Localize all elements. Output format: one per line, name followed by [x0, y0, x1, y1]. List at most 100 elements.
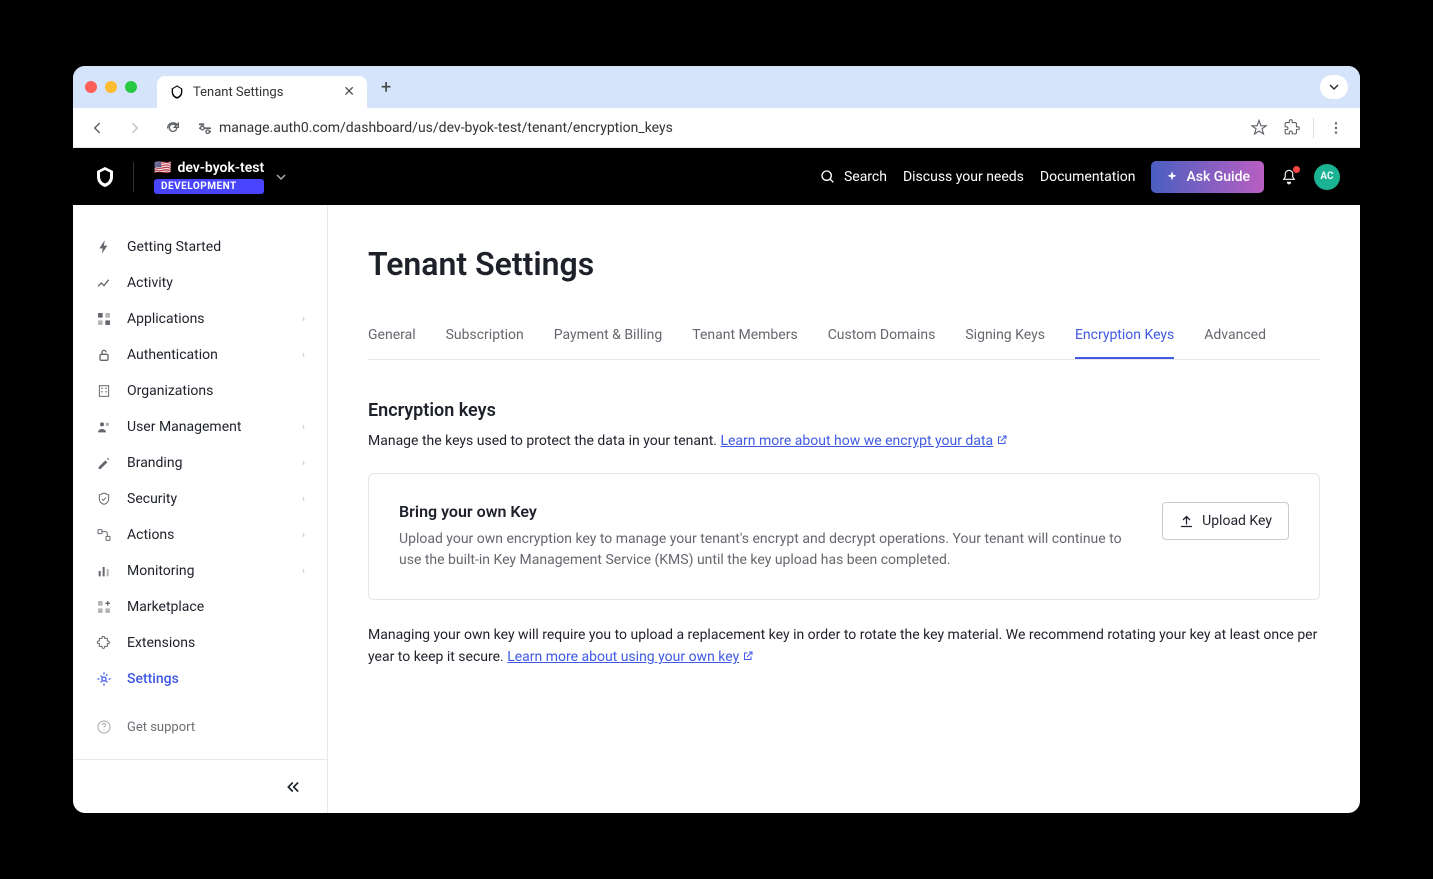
external-link-icon — [742, 650, 754, 662]
tab-encryption-keys[interactable]: Encryption Keys — [1075, 327, 1174, 359]
section-title: Encryption keys — [368, 400, 1320, 421]
chevron-right-icon: › — [302, 494, 305, 505]
tab-payment-billing[interactable]: Payment & Billing — [554, 327, 663, 359]
footnote: Managing your own key will require you t… — [368, 624, 1320, 669]
auth0-logo[interactable] — [93, 165, 117, 189]
section-desc-text: Manage the keys used to protect the data… — [368, 433, 720, 449]
browser-window: Tenant Settings ✕ + manage.auth0.com/das… — [73, 66, 1360, 813]
sidebar-item-applications[interactable]: Applications › — [73, 301, 327, 337]
window-close-icon[interactable] — [85, 81, 97, 93]
puzzle-icon — [95, 634, 113, 652]
sparkle-icon — [1165, 170, 1179, 184]
bookmark-star-icon[interactable] — [1245, 114, 1273, 142]
help-icon — [95, 718, 113, 736]
tab-advanced[interactable]: Advanced — [1204, 327, 1266, 359]
sidebar-item-activity[interactable]: Activity — [73, 265, 327, 301]
sidebar-item-label: Organizations — [127, 383, 213, 399]
learn-more-encrypt-link[interactable]: Learn more about how we encrypt your dat… — [720, 433, 1008, 449]
browser-menu-icon[interactable] — [1322, 114, 1350, 142]
sidebar-item-getting-started[interactable]: Getting Started — [73, 229, 327, 265]
byok-card: Bring your own Key Upload your own encry… — [368, 473, 1320, 600]
main-content: Tenant Settings General Subscription Pay… — [328, 205, 1360, 813]
back-button[interactable] — [83, 114, 111, 142]
tab-close-icon[interactable]: ✕ — [343, 84, 355, 100]
tenant-switcher[interactable]: 🇺🇸 dev-byok-test DEVELOPMENT — [154, 160, 286, 194]
sidebar-item-branding[interactable]: Branding › — [73, 445, 327, 481]
search-link[interactable]: Search — [820, 169, 887, 185]
discuss-label: Discuss your needs — [903, 169, 1024, 185]
notification-dot — [1293, 166, 1300, 173]
separator — [1313, 118, 1314, 138]
user-avatar[interactable]: AC — [1314, 164, 1340, 190]
forward-button[interactable] — [121, 114, 149, 142]
traffic-lights — [85, 81, 137, 93]
tab-overflow-button[interactable] — [1320, 75, 1348, 99]
window-minimize-icon[interactable] — [105, 81, 117, 93]
bars-icon — [95, 562, 113, 580]
address-bar: manage.auth0.com/dashboard/us/dev-byok-t… — [73, 108, 1360, 148]
sidebar: Getting Started Activity Applications › … — [73, 205, 328, 813]
site-settings-icon[interactable] — [197, 120, 213, 136]
learn-more-own-key-link[interactable]: Learn more about using your own key — [507, 649, 754, 665]
reload-button[interactable] — [159, 114, 187, 142]
window-maximize-icon[interactable] — [125, 81, 137, 93]
sidebar-item-label: Activity — [127, 275, 173, 291]
tab-general[interactable]: General — [368, 327, 416, 359]
sidebar-item-label: Branding — [127, 455, 182, 471]
tab-tenant-members[interactable]: Tenant Members — [692, 327, 797, 359]
browser-tab[interactable]: Tenant Settings ✕ — [157, 76, 367, 108]
tab-custom-domains[interactable]: Custom Domains — [828, 327, 936, 359]
users-icon — [95, 418, 113, 436]
sidebar-item-monitoring[interactable]: Monitoring › — [73, 553, 327, 589]
shield-check-icon — [95, 490, 113, 508]
sidebar-item-organizations[interactable]: Organizations — [73, 373, 327, 409]
sidebar-item-actions[interactable]: Actions › — [73, 517, 327, 553]
sidebar-collapse-row — [73, 759, 327, 813]
upload-key-label: Upload Key — [1202, 513, 1272, 529]
tab-signing-keys[interactable]: Signing Keys — [965, 327, 1045, 359]
url-input[interactable]: manage.auth0.com/dashboard/us/dev-byok-t… — [197, 120, 1235, 136]
docs-link[interactable]: Documentation — [1040, 169, 1136, 185]
divider — [133, 162, 134, 192]
brush-icon — [95, 454, 113, 472]
chevron-right-icon: › — [302, 530, 305, 541]
auth0-favicon — [169, 84, 185, 100]
sidebar-item-marketplace[interactable]: Marketplace — [73, 589, 327, 625]
section-description: Manage the keys used to protect the data… — [368, 433, 1320, 449]
new-tab-button[interactable]: + — [381, 77, 391, 98]
settings-tabs: General Subscription Payment & Billing T… — [368, 327, 1320, 360]
chevron-double-left-icon — [285, 779, 301, 795]
sidebar-item-support[interactable]: Get support — [73, 709, 327, 745]
ask-guide-button[interactable]: Ask Guide — [1151, 161, 1264, 193]
sidebar-item-authentication[interactable]: Authentication › — [73, 337, 327, 373]
tab-subscription[interactable]: Subscription — [446, 327, 524, 359]
search-label: Search — [844, 169, 887, 185]
upload-key-button[interactable]: Upload Key — [1162, 502, 1289, 540]
plus-grid-icon — [95, 598, 113, 616]
collapse-sidebar-button[interactable] — [285, 779, 301, 795]
sidebar-item-label: Marketplace — [127, 599, 204, 615]
extensions-icon[interactable] — [1277, 114, 1305, 142]
sidebar-item-label: Authentication — [127, 347, 218, 363]
sidebar-item-user-management[interactable]: User Management › — [73, 409, 327, 445]
notifications-button[interactable] — [1280, 168, 1298, 186]
discuss-link[interactable]: Discuss your needs — [903, 169, 1024, 185]
sidebar-item-extensions[interactable]: Extensions — [73, 625, 327, 661]
sidebar-item-security[interactable]: Security › — [73, 481, 327, 517]
card-title: Bring your own Key — [399, 502, 1138, 521]
support-label: Get support — [127, 720, 195, 735]
chevron-right-icon: › — [302, 458, 305, 469]
sidebar-item-label: Actions — [127, 527, 174, 543]
chevron-down-icon — [276, 172, 286, 182]
apps-icon — [95, 310, 113, 328]
sidebar-item-settings[interactable]: Settings — [73, 661, 327, 697]
chevron-right-icon: › — [302, 314, 305, 325]
env-badge: DEVELOPMENT — [154, 179, 264, 194]
flow-icon — [95, 526, 113, 544]
chevron-right-icon: › — [302, 566, 305, 577]
ask-guide-label: Ask Guide — [1186, 169, 1250, 185]
app-header: 🇺🇸 dev-byok-test DEVELOPMENT Search Disc… — [73, 148, 1360, 205]
chevron-right-icon: › — [302, 422, 305, 433]
docs-label: Documentation — [1040, 169, 1136, 185]
building-icon — [95, 382, 113, 400]
